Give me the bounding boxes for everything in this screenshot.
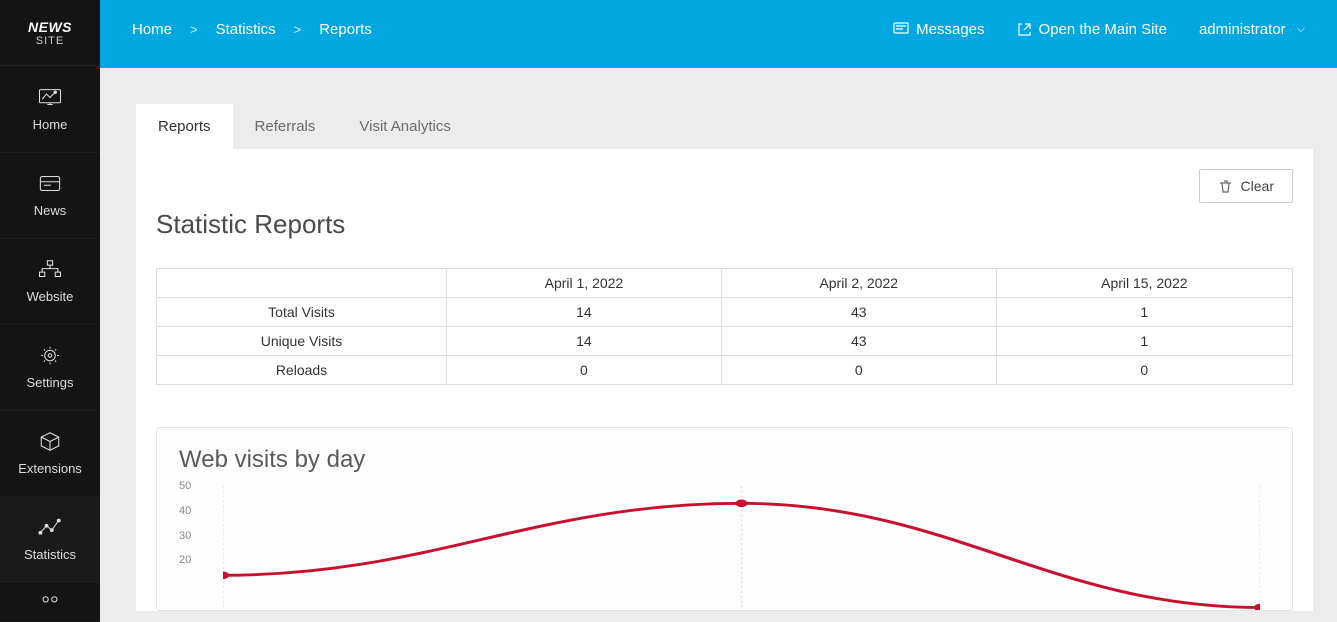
user-menu[interactable]: administrator ⌵: [1199, 21, 1305, 38]
clear-label: Clear: [1241, 178, 1274, 194]
y-tick: 30: [179, 530, 191, 542]
news-icon: [36, 173, 64, 195]
dashboard-icon: [36, 87, 64, 109]
page-title: Statistic Reports: [156, 209, 1293, 240]
external-link-icon: [1017, 22, 1032, 37]
trash-icon: [1218, 180, 1233, 193]
brand-logo: NEWS SITE: [0, 0, 100, 66]
chevron-down-icon: ⌵: [1297, 23, 1305, 36]
breadcrumb-item[interactable]: Statistics: [216, 21, 276, 38]
content: Reports Referrals Visit Analytics Clear …: [100, 68, 1337, 622]
sidebar-item-label: Statistics: [24, 547, 76, 562]
topbar: Home > Statistics > Reports Messages Ope…: [100, 0, 1337, 68]
row-label: Total Visits: [157, 298, 447, 327]
cell: 0: [721, 356, 996, 385]
tabs: Reports Referrals Visit Analytics: [136, 104, 1313, 149]
sidebar: NEWS SITE Home News Website Settings Ext…: [0, 0, 100, 622]
breadcrumb-item[interactable]: Home: [132, 21, 172, 38]
sidebar-item-label: Extensions: [18, 461, 82, 476]
cell: 14: [447, 327, 722, 356]
cell: 14: [447, 298, 722, 327]
sidebar-item-website[interactable]: Website: [0, 239, 100, 325]
cell: 0: [996, 356, 1292, 385]
tab-label: Referrals: [255, 118, 316, 135]
cell: 1: [996, 327, 1292, 356]
clear-button[interactable]: Clear: [1199, 169, 1293, 203]
cell: 0: [447, 356, 722, 385]
open-site-link[interactable]: Open the Main Site: [1017, 21, 1167, 38]
brand-line2: SITE: [36, 35, 64, 47]
breadcrumb: Home > Statistics > Reports: [132, 21, 372, 38]
top-links: Messages Open the Main Site administrato…: [893, 21, 1305, 38]
messages-label: Messages: [916, 21, 984, 38]
sidebar-item-news[interactable]: News: [0, 153, 100, 239]
panel: Clear Statistic Reports April 1, 2022 Ap…: [136, 149, 1313, 611]
sidebar-item-home[interactable]: Home: [0, 66, 100, 152]
tab-reports[interactable]: Reports: [136, 104, 233, 149]
box-icon: [36, 431, 64, 453]
statistics-icon: [36, 517, 64, 539]
row-label: Unique Visits: [157, 327, 447, 356]
open-site-label: Open the Main Site: [1039, 21, 1167, 38]
cell: 43: [721, 298, 996, 327]
line-chart: [223, 486, 1260, 610]
chart-title: Web visits by day: [179, 446, 1270, 474]
tab-label: Reports: [158, 118, 211, 135]
messages-link[interactable]: Messages: [893, 21, 984, 38]
y-tick: 40: [179, 505, 191, 517]
tab-label: Visit Analytics: [359, 118, 450, 135]
breadcrumb-item[interactable]: Reports: [319, 21, 372, 38]
gear-icon: [36, 345, 64, 367]
col-header: April 15, 2022: [996, 269, 1292, 298]
sitemap-icon: [36, 259, 64, 281]
cell: 43: [721, 327, 996, 356]
sidebar-item-statistics[interactable]: Statistics: [0, 497, 100, 583]
user-label: administrator: [1199, 21, 1286, 38]
sidebar-item-label: News: [34, 203, 67, 218]
main: Home > Statistics > Reports Messages Ope…: [100, 0, 1337, 622]
chart-card: Web visits by day 20 30 40 50: [156, 427, 1293, 611]
users-icon: [36, 591, 64, 613]
tab-visit-analytics[interactable]: Visit Analytics: [337, 104, 472, 149]
sidebar-item-extensions[interactable]: Extensions: [0, 411, 100, 497]
col-header: April 1, 2022: [447, 269, 722, 298]
brand-line1: NEWS: [28, 19, 72, 35]
breadcrumb-sep: >: [190, 22, 198, 37]
y-tick: 20: [179, 554, 191, 566]
breadcrumb-sep: >: [294, 22, 302, 37]
sidebar-item-more[interactable]: [0, 583, 100, 622]
table-header-row: April 1, 2022 April 2, 2022 April 15, 20…: [157, 269, 1293, 298]
stats-table: April 1, 2022 April 2, 2022 April 15, 20…: [156, 268, 1293, 385]
table-row: Unique Visits 14 43 1: [157, 327, 1293, 356]
col-header: [157, 269, 447, 298]
tab-referrals[interactable]: Referrals: [233, 104, 338, 149]
cell: 1: [996, 298, 1292, 327]
table-row: Total Visits 14 43 1: [157, 298, 1293, 327]
message-icon: [893, 22, 909, 36]
table-row: Reloads 0 0 0: [157, 356, 1293, 385]
sidebar-item-label: Home: [33, 117, 68, 132]
sidebar-item-label: Website: [27, 289, 74, 304]
row-label: Reloads: [157, 356, 447, 385]
col-header: April 2, 2022: [721, 269, 996, 298]
sidebar-item-label: Settings: [27, 375, 74, 390]
y-tick: 50: [179, 480, 191, 492]
sidebar-item-settings[interactable]: Settings: [0, 325, 100, 411]
chart-area: 20 30 40 50: [179, 480, 1270, 610]
